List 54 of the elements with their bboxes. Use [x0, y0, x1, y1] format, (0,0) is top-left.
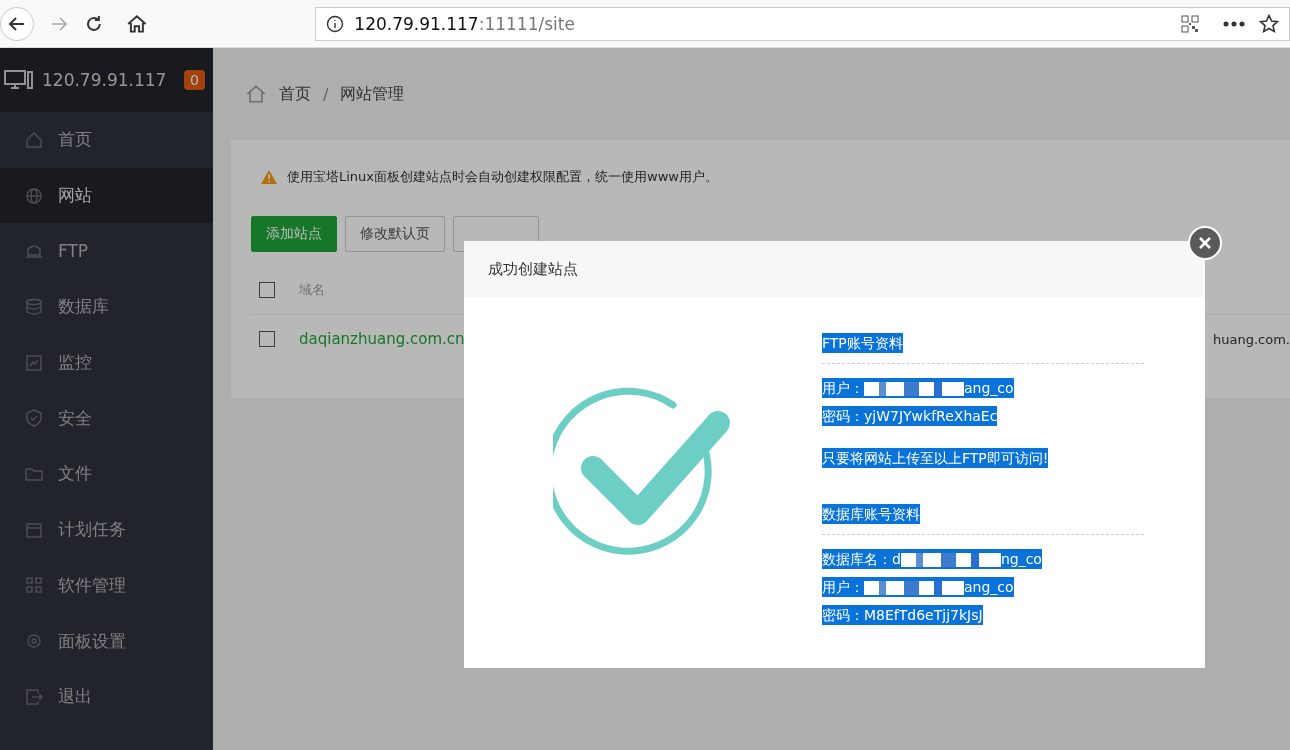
- sidebar-item[interactable]: 面板设置: [0, 613, 213, 669]
- url-text: 120.79.91.117:11111/site: [354, 13, 575, 34]
- sidebar-item[interactable]: 数据库: [0, 279, 213, 335]
- table-cell: huang.com.: [1213, 331, 1290, 347]
- sidebar-label: 文件: [58, 462, 92, 486]
- server-address: 120.79.91.117: [42, 70, 167, 90]
- sidebar-item[interactable]: 文件: [0, 446, 213, 502]
- address-bar[interactable]: 120.79.91.117:11111/site: [315, 6, 1290, 41]
- sidebar-item[interactable]: 软件管理: [0, 557, 213, 614]
- exit-icon: [24, 686, 44, 707]
- section-heading: 数据库账号资料: [822, 504, 920, 524]
- sidebar-item[interactable]: 监控: [0, 334, 213, 391]
- sidebar-label: 计划任务: [58, 518, 126, 542]
- home-icon: [245, 83, 267, 105]
- database-icon: [24, 296, 44, 317]
- upload-hint: 只要将网站上传至以上FTP即可访问!: [822, 448, 1049, 468]
- grid-icon: [24, 575, 44, 596]
- dialog-title: 成功创建站点: [488, 259, 578, 279]
- sidebar-item[interactable]: FTP: [0, 223, 213, 280]
- computer-icon: [4, 69, 34, 91]
- warning-icon: [261, 170, 277, 184]
- sidebar-label: 监控: [58, 351, 92, 375]
- sidebar-item[interactable]: 安全: [0, 390, 213, 447]
- sidebar-label: 网站: [58, 184, 92, 208]
- star-icon[interactable]: [1259, 13, 1279, 34]
- sidebar-label: 首页: [58, 128, 92, 152]
- sidebar-item[interactable]: 网站: [0, 167, 213, 224]
- sidebar-label: 数据库: [58, 295, 109, 319]
- sidebar-label: 安全: [58, 406, 92, 430]
- sidebar-item[interactable]: 首页: [0, 112, 213, 168]
- home-icon[interactable]: [125, 12, 148, 35]
- notification-count[interactable]: 0: [184, 70, 205, 90]
- monitor-icon: [24, 352, 44, 373]
- sidebar-label: FTP: [58, 241, 89, 262]
- notice-text: 使用宝塔Linux面板创建站点时会自动创建权限配置，统一使用www用户。: [287, 168, 718, 186]
- sidebar-item[interactable]: 计划任务: [0, 501, 213, 558]
- section-heading: FTP账号资料: [822, 333, 903, 353]
- toolbar-button[interactable]: 修改默认页: [345, 216, 445, 252]
- more-icon[interactable]: [1223, 20, 1245, 27]
- back-button[interactable]: [0, 6, 34, 41]
- close-icon: [1198, 236, 1212, 250]
- sidebar-label: 软件管理: [58, 573, 126, 597]
- sidebar-item[interactable]: 退出: [0, 668, 213, 725]
- sidebar-label: 面板设置: [58, 629, 126, 653]
- sidebar-label: 退出: [58, 685, 92, 709]
- qr-code-icon[interactable]: [1181, 14, 1199, 33]
- row-checkbox[interactable]: [259, 331, 275, 347]
- shield-icon: [24, 408, 44, 429]
- breadcrumb-separator: /: [323, 84, 329, 104]
- globe-icon: [24, 185, 44, 206]
- breadcrumb-link[interactable]: 首页: [279, 83, 311, 105]
- toolbar-button[interactable]: 添加站点: [251, 216, 337, 252]
- select-all-checkbox[interactable]: [259, 282, 275, 298]
- info-icon: [326, 14, 345, 33]
